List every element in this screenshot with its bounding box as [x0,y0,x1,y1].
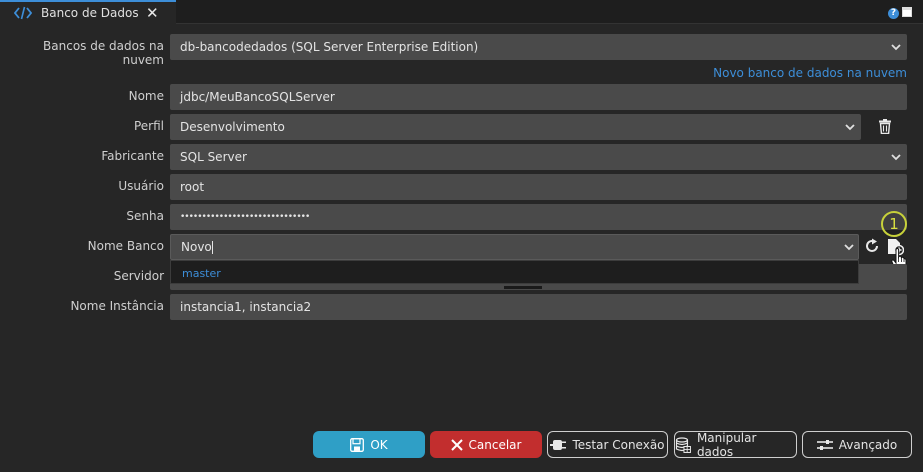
manipulate-data-label: Manipular dados [696,430,757,459]
help-icon[interactable]: ? [888,8,899,19]
chevron-down-icon [844,244,854,251]
nome-input[interactable]: jdbc/MeuBancoSQLServer [170,84,907,110]
maximize-icon[interactable] [902,7,912,17]
nome-banco-combo[interactable]: Novo [170,234,859,260]
nome-instancia-input[interactable]: instancia1, instancia2 [170,294,907,320]
senha-input[interactable]: •••••••••••••••••••••••••••••• [170,204,907,230]
test-connection-label: Testar Conexão [572,437,665,452]
dropdown-option-master[interactable]: master [182,267,221,280]
fabricante-label: Fabricante [101,149,164,163]
nome-banco-dropdown: master [170,260,859,284]
senha-label: Senha [126,209,164,223]
tab-title: Banco de Dados [41,6,139,20]
chevron-down-icon [891,154,901,161]
nome-banco-value: Novo [181,240,212,254]
servidor-label: Servidor [113,269,164,283]
nome-banco-label: Nome Banco [87,239,164,253]
sliders-icon [816,439,833,450]
fabricante-select[interactable]: SQL Server [170,144,907,170]
chevron-down-icon [891,44,901,51]
tab-banco-de-dados[interactable]: Banco de Dados ✕ [0,0,176,24]
save-icon [350,437,365,452]
ok-label: OK [370,437,388,452]
advanced-label: Avançado [838,437,898,452]
perfil-select[interactable]: Desenvolvimento [170,114,861,140]
perfil-value: Desenvolvimento [180,120,285,134]
refresh-icon[interactable] [864,238,880,254]
manipulate-data-button[interactable]: Manipular dados [674,430,797,459]
database-icon [675,436,691,453]
usuario-value: root [180,180,205,194]
cloud-db-label: Bancos de dados na nuvem [43,39,164,67]
new-cloud-db-link[interactable]: Novo banco de dados na nuvem [713,66,907,80]
nome-instancia-value: instancia1, instancia2 [180,300,312,314]
text-cursor [211,241,213,254]
usuario-label: Usuário [118,179,164,193]
chevron-down-icon [845,124,855,131]
nome-label: Nome [128,89,164,103]
cancel-button[interactable]: Cancelar [430,431,542,458]
test-connection-button[interactable]: Testar Conexão [547,431,668,458]
cloud-db-select[interactable]: db-bancodedados (SQL Server Enterprise E… [170,34,907,60]
plug-icon [550,439,567,450]
close-icon[interactable]: ✕ [146,4,159,22]
close-icon [450,438,463,451]
fabricante-value: SQL Server [180,150,247,164]
trash-icon[interactable] [879,119,891,134]
usuario-input[interactable]: root [170,174,907,200]
advanced-button[interactable]: Avançado [802,431,912,458]
step-badge: 1 [881,211,907,237]
cloud-db-value: db-bancodedados (SQL Server Enterprise E… [180,40,479,54]
nome-instancia-label: Nome Instância [70,299,164,313]
ok-button[interactable]: OK [313,431,425,458]
cancel-label: Cancelar [468,437,522,452]
nome-value: jdbc/MeuBancoSQLServer [180,90,335,104]
code-icon [14,6,32,20]
senha-value: •••••••••••••••••••••••••••••• [180,212,310,222]
resize-handle [504,286,542,289]
tab-bar: Banco de Dados ✕ ? [0,0,923,24]
perfil-label: Perfil [133,119,164,133]
